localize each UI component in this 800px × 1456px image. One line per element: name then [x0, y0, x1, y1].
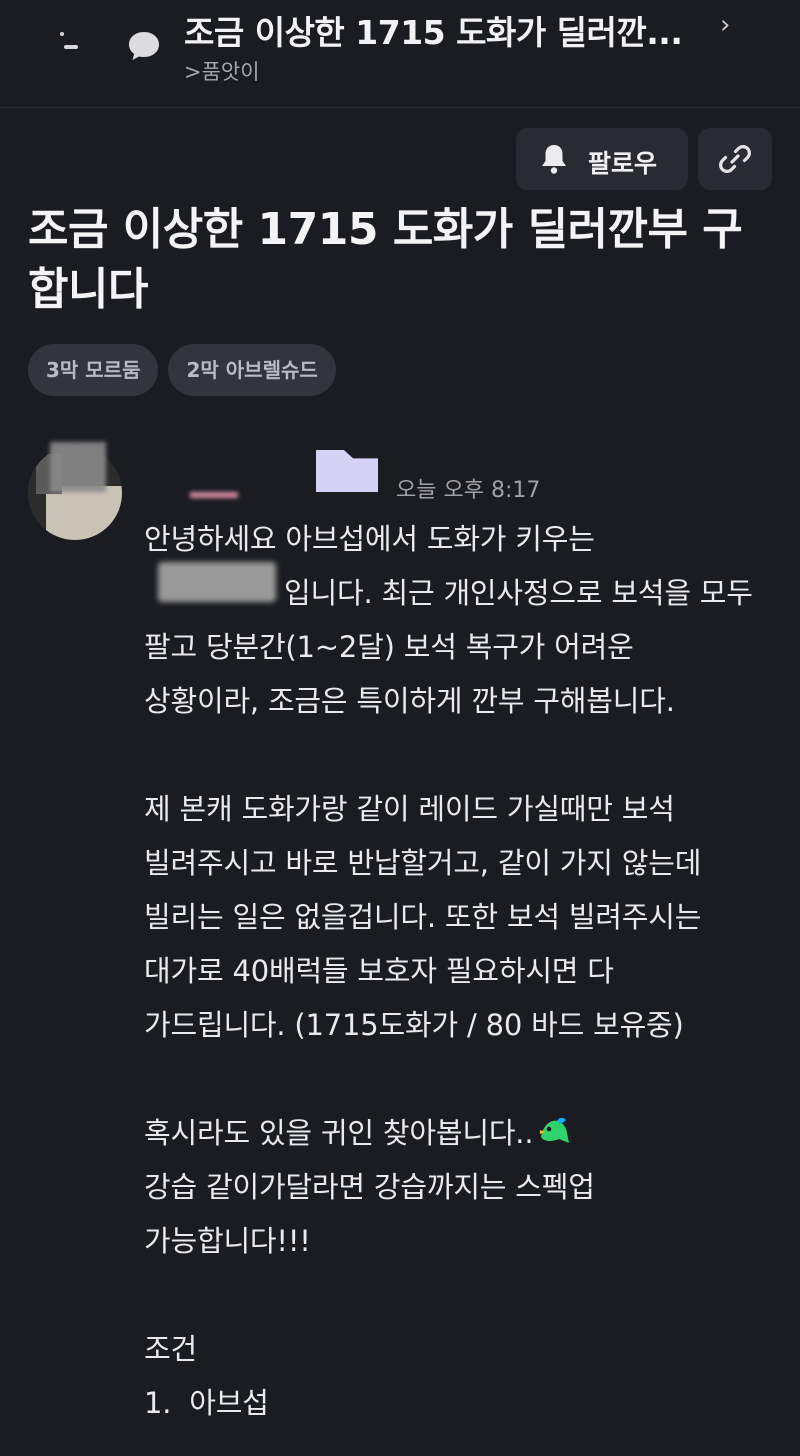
tag-list: 3막 모르둠 2막 아브렐슈드 [28, 344, 336, 396]
post-body: 안녕하세요 아브섭에서 도화가 키우는 입니다. 최근 개인사정으로 보석을 모… [144, 512, 784, 1430]
top-navigation-bar: 조금 이상한 1715 도화가 딜러깐... >품앗이 › [0, 0, 800, 108]
back-button[interactable] [48, 22, 92, 66]
body-line: 빌리는 일은 없을겁니다. 또한 보석 빌려주시는 [144, 900, 702, 934]
body-line: 조건 [144, 1332, 197, 1366]
back-icon [60, 32, 64, 36]
post-timestamp: 오늘 오후 8:17 [396, 478, 541, 503]
redacted-overlay [50, 442, 106, 492]
body-line-with-emoji: 혹시라도 있을 귀인 찾아봅니다.. [144, 1106, 784, 1160]
bell-icon [542, 145, 566, 174]
body-line: 1. 아브섭 [144, 1386, 269, 1420]
bird-emoticon [540, 1117, 570, 1143]
body-line: 안녕하세요 아브섭에서 도화가 키우는 [144, 522, 595, 556]
post-title: 조금 이상한 1715 도화가 딜러깐부 구합니다 [28, 204, 743, 315]
chat-bubble-icon [129, 32, 159, 60]
body-line: 혹시라도 있을 귀인 찾아봅니다.. [144, 1116, 534, 1150]
body-line: 가드립니다. (1715도화가 / 80 바드 보유중) [144, 1008, 684, 1042]
redacted-author-name [190, 492, 238, 498]
back-icon-stroke [64, 45, 78, 49]
body-line: 빌려주시고 바로 반납할거고, 같이 가지 않는데 [144, 846, 702, 880]
tag-chip[interactable]: 3막 모르둠 [28, 344, 159, 396]
link-icon [719, 145, 751, 173]
tag-chip[interactable]: 2막 아브렐슈드 [168, 344, 336, 396]
body-line: 제 본캐 도화가랑 같이 레이드 가실때만 보석 [144, 792, 675, 826]
follow-button[interactable]: 팔로우 [516, 128, 688, 190]
redacted-author-badge [316, 450, 378, 492]
body-line: 팔고 당분간(1~2달) 보석 복구가 어려운 [144, 630, 634, 664]
body-line: 상황이라, 조금은 특이하게 깐부 구해봅니다. [144, 684, 675, 718]
body-line: 강습 같이가달라면 강습까지는 스펙업 [144, 1170, 595, 1204]
board-breadcrumb[interactable]: >품앗이 [184, 56, 260, 86]
follow-label: 팔로우 [588, 149, 658, 178]
header-title[interactable]: 조금 이상한 1715 도화가 딜러깐... [184, 6, 704, 54]
redacted-nickname [158, 562, 276, 602]
copy-link-button[interactable] [698, 128, 772, 190]
body-line: 대가로 40배럭들 보호자 필요하시면 다 [144, 954, 614, 988]
body-line: 가능합니다!!! [144, 1224, 311, 1258]
chevron-right-icon[interactable]: › [720, 10, 730, 40]
